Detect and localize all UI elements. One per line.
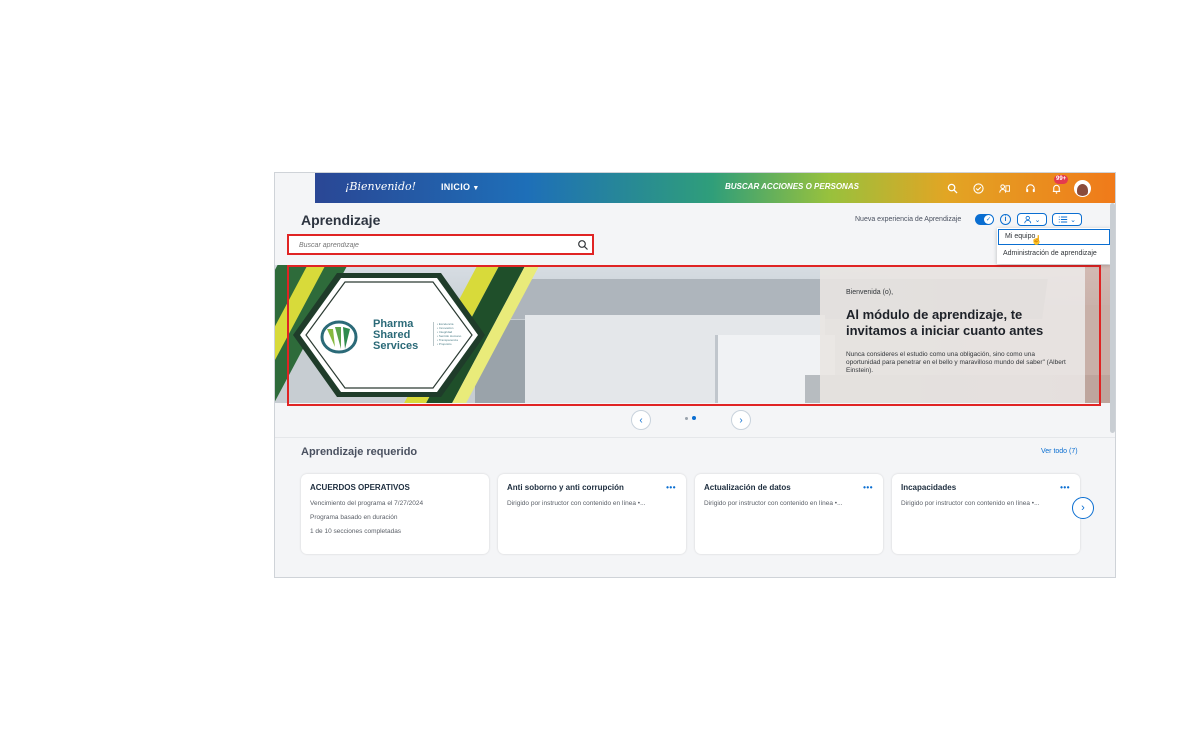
brand-line: Services [373,340,419,352]
card-detail: Dirigido por instructor con contenido en… [901,500,1040,507]
menu-item-learning-admin[interactable]: Administración de aprendizaje [997,247,1111,263]
search-icon[interactable] [577,239,589,251]
carousel-next-button[interactable]: › [731,410,751,430]
home-menu-label: INICIO [441,182,471,192]
card-detail: Programa basado en duración [310,514,398,521]
carousel-prev-button[interactable]: ‹ [631,410,651,430]
pharma-leaf-logo-icon [320,320,358,354]
headset-icon[interactable] [1022,180,1038,196]
screen: ¡Bienvenido! INICIO ▼ BUSCAR ACCIONES O P… [0,0,1200,750]
more-options-icon[interactable]: ••• [1060,483,1070,492]
card-detail: Dirigido por instructor con contenido en… [507,500,646,507]
shell-actions: 99+ [944,175,1091,198]
card-title[interactable]: Anti soborno y anti corrupción [507,483,624,492]
check-icon: ✓ [984,215,993,224]
learning-card[interactable]: Anti soborno y anti corrupción ••• Dirig… [498,474,686,554]
menu-item-my-team[interactable]: Mi equipo [998,229,1110,245]
see-all-link[interactable]: Ver todo (7) [1041,448,1078,455]
check-circle-icon[interactable] [970,180,986,196]
shell-bar-left-gap [275,173,315,203]
carousel-dot[interactable] [685,416,688,420]
card-detail: 1 de 10 secciones completadas [310,528,402,535]
carousel-pagination [685,416,696,420]
brand-value: • Propósito [437,342,452,346]
card-title[interactable]: ACUERDOS OPERATIVOS [310,483,410,492]
chevron-down-icon: ⌄ [1070,216,1076,224]
view-options-button[interactable]: ⌄ [1052,213,1082,226]
people-icon[interactable] [996,180,1012,196]
card-detail: Vencimiento del programa el 7/27/2024 [310,500,424,507]
new-experience-toggle[interactable]: ✓ [975,214,994,225]
search-icon[interactable] [944,180,960,196]
new-experience-label: Nueva experiencia de Aprendizaje [855,216,962,223]
learning-search-box[interactable] [287,234,594,255]
more-options-icon[interactable]: ••• [863,483,873,492]
notifications-bell-icon[interactable]: 99+ [1048,175,1069,196]
card-detail: Dirigido por instructor con contenido en… [704,500,843,507]
more-options-icon[interactable]: ••• [666,483,676,492]
welcome-quote: Nunca consideres el estudio como una obl… [846,351,1066,374]
carousel-dot-active[interactable] [692,416,696,420]
home-menu-button[interactable]: INICIO ▼ [441,182,480,192]
welcome-headline: Al módulo de aprendizaje, te invitamos a… [846,307,1044,338]
card-title[interactable]: Incapacidades [901,483,956,492]
brand-values-list: • Excelencia • Innovación • Integridad •… [433,322,461,346]
learning-card[interactable]: Actualización de datos ••• Dirigido por … [695,474,883,554]
cards-next-button[interactable]: › [1072,497,1094,519]
card-title[interactable]: Actualización de datos [704,483,791,492]
chevron-down-icon: ⌄ [1034,216,1041,224]
welcome-greeting: Bienvenida (o), [846,289,894,296]
chevron-down-icon: ▼ [472,185,480,192]
page-scrollbar[interactable] [1110,203,1115,433]
company-logo[interactable]: ¡Bienvenido! [345,180,416,193]
notifications-badge: 99+ [1054,175,1069,184]
hand-cursor-icon: ☝ [1031,235,1043,245]
person-icon [1023,215,1031,224]
learning-card[interactable]: Incapacidades ••• Dirigido por instructo… [892,474,1080,554]
brand-wordmark: Pharma Shared Services [373,319,418,352]
my-team-menu-button[interactable]: ⌄ [1017,213,1047,226]
my-team-dropdown: Mi equipo Administración de aprendizaje [997,228,1111,264]
avatar-face [1077,183,1088,196]
page-title: Aprendizaje [301,212,381,228]
learning-search-input[interactable] [299,238,569,252]
section-title: Aprendizaje requerido [301,446,418,458]
global-search-field[interactable]: BUSCAR ACCIONES O PERSONAS [725,182,859,191]
welcome-banner: Pharma Shared Services • Excelencia • In… [275,265,1115,403]
user-avatar[interactable] [1074,179,1091,197]
learning-app-window: ¡Bienvenido! INICIO ▼ BUSCAR ACCIONES O P… [274,172,1116,578]
section-divider [275,437,1115,438]
shell-bar: ¡Bienvenido! INICIO ▼ BUSCAR ACCIONES O P… [275,173,1115,203]
list-icon [1058,216,1068,223]
welcome-message-panel: Bienvenida (o), Al módulo de aprendizaje… [820,265,1085,403]
info-icon[interactable]: i [1000,214,1011,225]
learning-card[interactable]: ACUERDOS OPERATIVOS Vencimiento del prog… [301,474,489,554]
